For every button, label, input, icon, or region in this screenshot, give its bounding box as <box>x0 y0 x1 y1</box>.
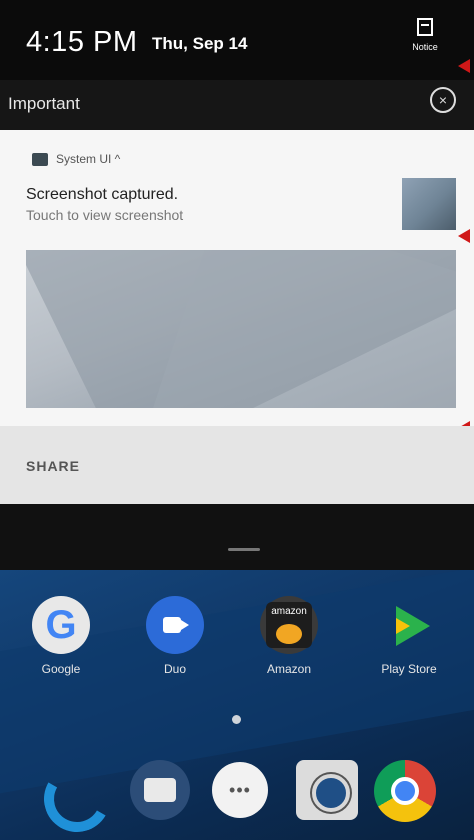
app-amazon[interactable]: amazon Amazon <box>254 596 324 676</box>
notification-app-name[interactable]: System UI ^ <box>56 152 120 166</box>
notification-title[interactable]: Screenshot captured. <box>26 186 178 204</box>
app-google[interactable]: G Google <box>26 596 96 676</box>
image-icon <box>32 153 48 166</box>
screenshot-thumbnail[interactable] <box>402 178 456 230</box>
camera-icon[interactable] <box>296 760 358 820</box>
notice-icon <box>417 18 433 36</box>
google-icon: G <box>32 596 90 654</box>
annotation-arrow-icon <box>458 229 470 243</box>
app-label: Google <box>41 662 81 676</box>
panel-bottom <box>0 504 474 570</box>
amazon-icon-text: amazon <box>271 606 307 617</box>
screenshot-preview[interactable] <box>26 250 456 408</box>
video-camera-icon <box>146 596 204 654</box>
drag-handle[interactable] <box>228 548 260 551</box>
play-store-icon <box>380 596 438 654</box>
app-drawer-icon[interactable]: ••• <box>212 762 268 818</box>
section-label: Important <box>8 94 80 113</box>
messages-icon[interactable] <box>130 760 190 820</box>
app-label: Amazon <box>266 662 312 676</box>
amazon-icon: amazon <box>260 596 318 654</box>
notification-subtitle[interactable]: Touch to view screenshot <box>26 207 183 223</box>
page-indicator <box>232 715 241 724</box>
app-label: Play Store <box>381 662 437 676</box>
share-button[interactable]: SHARE <box>26 458 80 474</box>
notice-label: Notice <box>412 42 438 52</box>
annotation-arrow-icon <box>458 59 470 73</box>
app-duo[interactable]: Duo <box>140 596 210 676</box>
app-label: Duo <box>163 662 186 676</box>
phone-icon[interactable] <box>36 758 118 840</box>
notification-section-header: Important <box>0 80 474 130</box>
app-play-store[interactable]: Play Store <box>374 596 444 676</box>
chrome-icon[interactable] <box>374 760 436 822</box>
close-icon[interactable]: × <box>430 87 456 113</box>
notice-button[interactable]: Notice <box>400 18 450 52</box>
status-bar: 4:15 PM Thu, Sep 14 Notice <box>0 0 474 80</box>
clock-date: Thu, Sep 14 <box>152 34 248 53</box>
clock-time: 4:15 PM <box>26 26 138 58</box>
